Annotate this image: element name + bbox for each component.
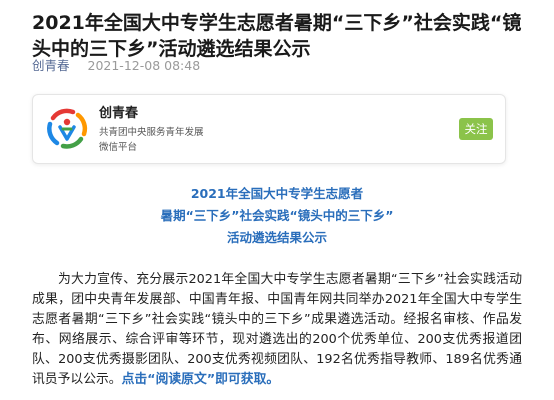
subtitle-line-3: 活动遴选结果公示 xyxy=(226,230,327,245)
subtitle-line-1: 2021年全国大中专学生志愿者 xyxy=(190,186,364,201)
article-title: 2021年全国大中专学生志愿者暑期“三下乡”社会实践“镜头中的三下乡”活动遴选结… xyxy=(32,12,522,60)
account-card[interactable]: 创青春 共青团中央服务青年发展 微信平台 关注 xyxy=(32,94,506,164)
follow-button[interactable]: 关注 xyxy=(459,118,493,140)
subtitle-line-2: 暑期“三下乡”社会实践“镜头中的三下乡” xyxy=(160,208,394,223)
read-original-link[interactable]: 点击“阅读原文”即可获取。 xyxy=(122,372,280,387)
account-name: 创青春 xyxy=(99,106,139,121)
body-paragraph: 为大力宣传、充分展示2021年全国大中专学生志愿者暑期“三下乡”社会实践活动成果… xyxy=(32,270,522,390)
article-meta: 创青春 2021-12-08 08:48 xyxy=(32,58,200,74)
body-text: 为大力宣传、充分展示2021年全国大中专学生志愿者暑期“三下乡”社会实践活动成果… xyxy=(32,272,522,387)
account-description: 共青团中央服务青年发展 xyxy=(99,127,204,138)
chuangqingchun-logo-icon xyxy=(44,106,90,152)
author-link[interactable]: 创青春 xyxy=(32,58,70,73)
account-platform: 微信平台 xyxy=(99,142,138,153)
publish-time: 2021-12-08 08:48 xyxy=(87,58,201,73)
